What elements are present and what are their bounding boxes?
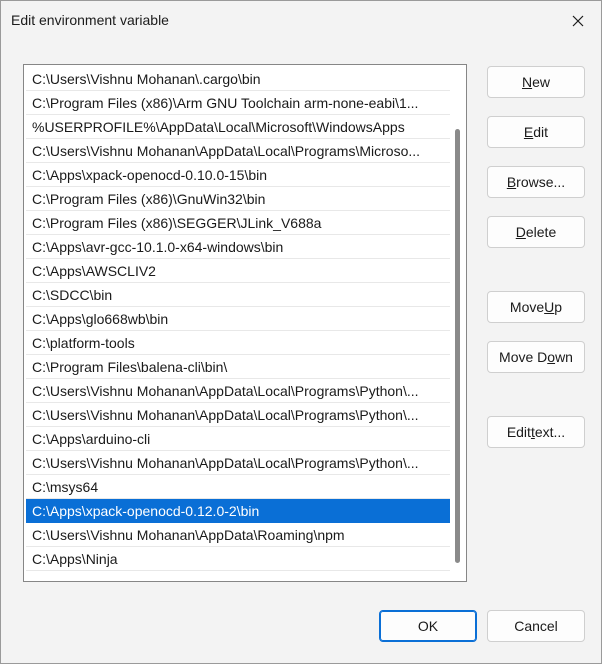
path-list-item[interactable]: C:\Users\Vishnu Mohanan\AppData\Local\Pr… (26, 403, 450, 427)
label-post: dit (533, 124, 549, 140)
vertical-scrollbar[interactable] (452, 69, 462, 577)
path-list-item[interactable]: C:\msys64 (26, 475, 450, 499)
path-list-item[interactable]: C:\Apps\Ninja (26, 547, 450, 571)
path-list-item[interactable]: C:\Program Files (x86)\SEGGER\JLink_V688… (26, 211, 450, 235)
accelerator-key: U (544, 299, 555, 315)
path-list-item[interactable]: C:\Users\Vishnu Mohanan\AppData\Local\Pr… (26, 379, 450, 403)
path-list-item[interactable]: C:\SDCC\bin (26, 283, 450, 307)
move-down-button[interactable]: Move Do wn (487, 341, 585, 373)
window-title: Edit environment variable (11, 12, 169, 28)
label-post: wn (555, 349, 573, 365)
accelerator-key: N (521, 74, 533, 90)
delete-button[interactable]: Delete (487, 216, 585, 248)
accelerator-key: D (515, 224, 526, 240)
edit-button[interactable]: Edit (487, 116, 585, 148)
path-list-item[interactable]: C:\Apps\xpack-openocd-0.12.0-2\bin (26, 499, 450, 523)
title-bar: Edit environment variable (1, 1, 601, 41)
path-list-item[interactable]: C:\Apps\xpack-openocd-0.10.0-15\bin (26, 163, 450, 187)
scrollbar-thumb[interactable] (455, 129, 460, 563)
path-list-item[interactable]: C:\platform-tools (26, 331, 450, 355)
path-list-item[interactable]: C:\Apps\glo668wb\bin (26, 307, 450, 331)
path-list-item[interactable]: %USERPROFILE%\AppData\Local\Microsoft\Wi… (26, 115, 450, 139)
browse-button[interactable]: Browse... (487, 166, 585, 198)
path-list-item[interactable]: C:\Program Files (x86)\Arm GNU Toolchain… (26, 91, 450, 115)
ok-button[interactable]: OK (379, 610, 477, 642)
accelerator-key: o (547, 349, 556, 365)
path-list-item[interactable]: C:\Apps\avr-gcc-10.1.0-x64-windows\bin (26, 235, 450, 259)
edit-environment-variable-dialog: Edit environment variable C:\Users\Vishn… (0, 0, 602, 664)
label-post: elete (525, 224, 557, 240)
path-list-item[interactable]: C:\Program Files (x86)\GnuWin32\bin (26, 187, 450, 211)
label-pre: Edit (506, 424, 531, 440)
accelerator-key: E (523, 124, 534, 140)
path-list-items: C:\Users\Vishnu Mohanan\.cargo\bin C:\Pro… (26, 67, 450, 571)
path-list-item[interactable]: C:\Apps\arduino-cli (26, 427, 450, 451)
path-list-item[interactable]: C:\Users\Vishnu Mohanan\AppData\Local\Pr… (26, 139, 450, 163)
label-post: rowse... (516, 174, 566, 190)
path-list-item[interactable]: C:\Program Files\balena-cli\bin\ (26, 355, 450, 379)
label-post: p (554, 299, 563, 315)
label-pre: Move D (499, 349, 548, 365)
path-list-item[interactable]: C:\Users\Vishnu Mohanan\AppData\Roaming\… (26, 523, 450, 547)
path-list-item[interactable]: C:\Users\Vishnu Mohanan\AppData\Local\Pr… (26, 451, 450, 475)
move-up-button[interactable]: Move Up (487, 291, 585, 323)
path-list-item[interactable]: C:\Apps\AWSCLIV2 (26, 259, 450, 283)
accelerator-key: B (506, 174, 517, 190)
path-list-item[interactable]: C:\Users\Vishnu Mohanan\.cargo\bin (26, 67, 450, 91)
label-post: ext... (534, 424, 566, 440)
cancel-button[interactable]: Cancel (487, 610, 585, 642)
label-pre: Move (509, 299, 545, 315)
close-button[interactable] (555, 1, 601, 41)
label-post: ew (532, 74, 551, 90)
edit-text-button[interactable]: Edit t ext... (487, 416, 585, 448)
path-list[interactable]: C:\Users\Vishnu Mohanan\.cargo\bin C:\Pro… (23, 64, 467, 582)
new-button[interactable]: New (487, 66, 585, 98)
close-icon (572, 15, 584, 27)
